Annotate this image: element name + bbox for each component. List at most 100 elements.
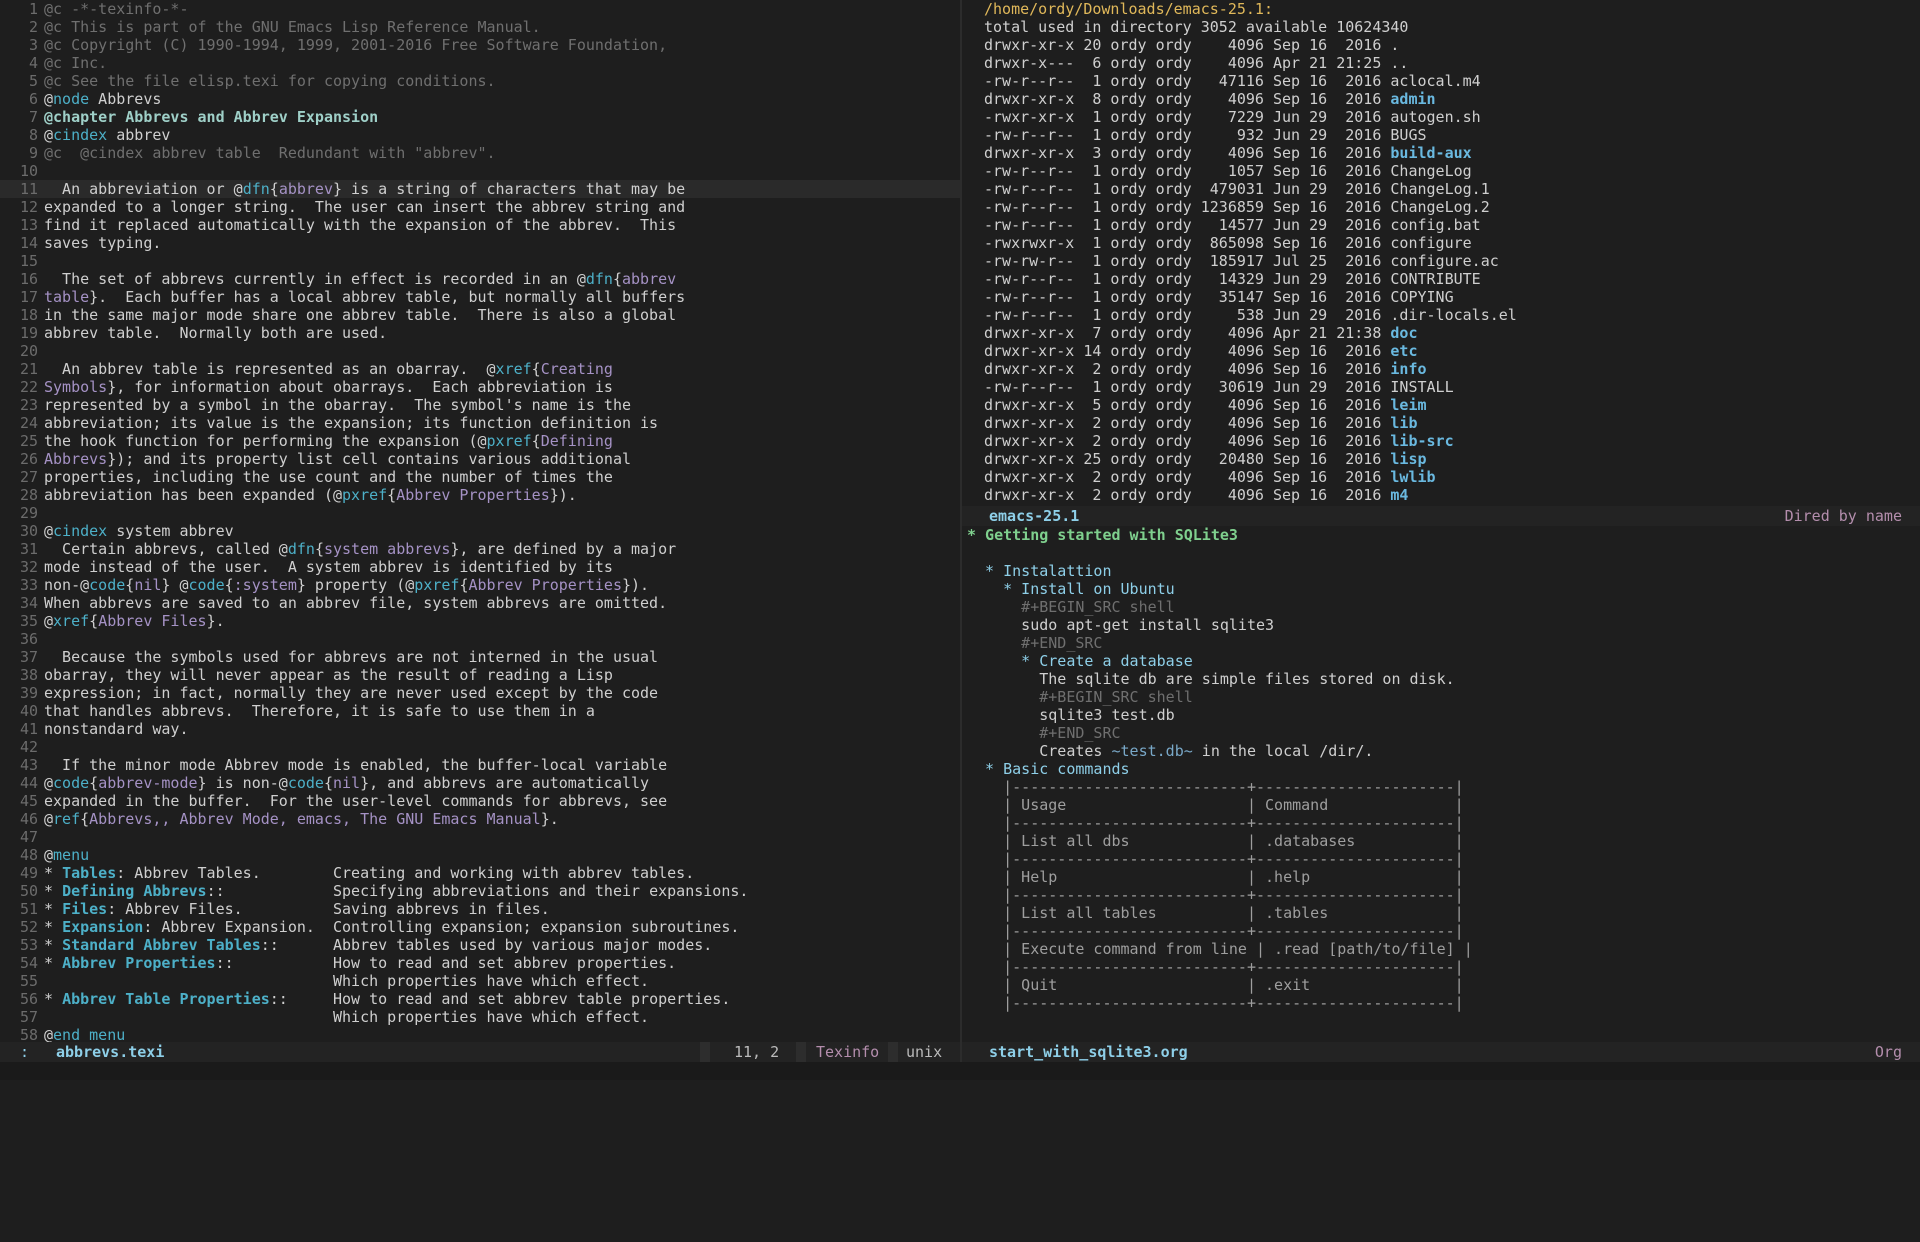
org-line[interactable]: | Quit | .exit | [962, 976, 1920, 994]
file-name[interactable]: configure [1390, 234, 1471, 252]
org-line[interactable]: | Help | .help | [962, 868, 1920, 886]
dired-entry[interactable]: -rw-r--r-- 1 ordy ordy 30619 Jun 29 2016… [962, 378, 1920, 396]
org-line[interactable]: * Install on Ubuntu [962, 580, 1920, 598]
modeline-dired[interactable]: emacs-25.1 Dired by name [962, 506, 1920, 526]
code-line[interactable]: 33 non-@code{nil} @code{:system} property… [0, 576, 960, 594]
dired-entry[interactable]: drwxr-xr-x 2 ordy ordy 4096 Sep 16 2016 … [962, 486, 1920, 504]
code-line[interactable]: 4 @c Inc. [0, 54, 960, 72]
dired-entry[interactable]: -rw-r--r-- 1 ordy ordy 932 Jun 29 2016 B… [962, 126, 1920, 144]
dired-entry[interactable]: -rwxrwxr-x 1 ordy ordy 865098 Sep 16 201… [962, 234, 1920, 252]
code-line[interactable]: 17 table}. Each buffer has a local abbrev… [0, 288, 960, 306]
code-line[interactable]: 49 * Tables: Abbrev Tables. Creating and … [0, 864, 960, 882]
file-name[interactable]: config.bat [1390, 216, 1480, 234]
modeline-major-mode[interactable]: Org [1875, 1042, 1902, 1062]
code-line[interactable]: 9 @c @cindex abbrev table Redundant with … [0, 144, 960, 162]
org-line[interactable]: | List all tables | .tables | [962, 904, 1920, 922]
file-name[interactable]: COPYING [1390, 288, 1453, 306]
current-line[interactable]: 11 An abbreviation or @dfn{abbrev} is a … [0, 180, 960, 198]
code-line[interactable]: 28 abbreviation has been expanded (@pxref… [0, 486, 960, 504]
code-line[interactable]: 42 [0, 738, 960, 756]
code-line[interactable]: 5 @c See the file elisp.texi for copying … [0, 72, 960, 90]
org-line[interactable]: * Instalattion [962, 562, 1920, 580]
dired-entry[interactable]: -rw-r--r-- 1 ordy ordy 14329 Jun 29 2016… [962, 270, 1920, 288]
code-line[interactable]: 50 * Defining Abbrevs:: Specifying abbrev… [0, 882, 960, 900]
directory-name[interactable]: lib-src [1390, 432, 1453, 450]
code-line[interactable]: 44 @code{abbrev-mode} is non-@code{nil}, … [0, 774, 960, 792]
code-line[interactable]: 53 * Standard Abbrev Tables:: Abbrev tabl… [0, 936, 960, 954]
file-name[interactable]: ChangeLog.1 [1390, 180, 1489, 198]
code-line[interactable]: 57 Which properties have which effect. [0, 1008, 960, 1026]
file-name[interactable]: aclocal.m4 [1390, 72, 1480, 90]
org-line[interactable]: * Getting started with SQLite3 [962, 526, 1920, 544]
code-line[interactable]: 13 find it replaced automatically with th… [0, 216, 960, 234]
directory-name[interactable]: m4 [1390, 486, 1408, 504]
dired-entry[interactable]: -rw-r--r-- 1 ordy ordy 479031 Jun 29 201… [962, 180, 1920, 198]
dired-entry[interactable]: -rw-r--r-- 1 ordy ordy 1057 Sep 16 2016 … [962, 162, 1920, 180]
org-line[interactable]: #+BEGIN_SRC shell [962, 598, 1920, 616]
directory-name[interactable]: lib [1390, 414, 1417, 432]
org-line[interactable]: |--------------------------+------------… [962, 778, 1920, 796]
dired-entry[interactable]: drwxr-xr-x 25 ordy ordy 20480 Sep 16 201… [962, 450, 1920, 468]
dired-entry[interactable]: drwxr-xr-x 14 ordy ordy 4096 Sep 16 2016… [962, 342, 1920, 360]
org-line[interactable]: sudo apt-get install sqlite3 [962, 616, 1920, 634]
dired-entry[interactable]: -rw-r--r-- 1 ordy ordy 47116 Sep 16 2016… [962, 72, 1920, 90]
code-line[interactable]: 29 [0, 504, 960, 522]
org-line[interactable]: |--------------------------+------------… [962, 850, 1920, 868]
code-line[interactable]: 15 [0, 252, 960, 270]
dired-entry[interactable]: drwxr-xr-x 2 ordy ordy 4096 Sep 16 2016 … [962, 360, 1920, 378]
org-line[interactable]: |--------------------------+------------… [962, 922, 1920, 940]
code-line[interactable]: 12 expanded to a longer string. The user … [0, 198, 960, 216]
org-line[interactable]: * Basic commands [962, 760, 1920, 778]
dired-entry[interactable]: drwxr-xr-x 20 ordy ordy 4096 Sep 16 2016… [962, 36, 1920, 54]
code-line[interactable]: 32 mode instead of the user. A system abb… [0, 558, 960, 576]
code-line[interactable]: 1 @c -*-texinfo-*- [0, 0, 960, 18]
code-line[interactable]: 31 Certain abbrevs, called @dfn{system a… [0, 540, 960, 558]
file-name[interactable]: . [1390, 36, 1399, 54]
directory-name[interactable]: lwlib [1390, 468, 1435, 486]
code-line[interactable]: 24 abbreviation; its value is the expansi… [0, 414, 960, 432]
modeline-major-mode[interactable]: Dired by name [1785, 506, 1902, 526]
dired-entry[interactable]: -rwxr-xr-x 1 ordy ordy 7229 Jun 29 2016 … [962, 108, 1920, 126]
file-name[interactable]: ChangeLog [1390, 162, 1471, 180]
code-line[interactable]: 38 obarray, they will never appear as the… [0, 666, 960, 684]
code-line[interactable]: 30 @cindex system abbrev [0, 522, 960, 540]
code-line[interactable]: 23 represented by a symbol in the obarray… [0, 396, 960, 414]
code-line[interactable]: 14 saves typing. [0, 234, 960, 252]
file-name[interactable]: ChangeLog.2 [1390, 198, 1489, 216]
code-line[interactable]: 35 @xref{Abbrev Files}. [0, 612, 960, 630]
code-line[interactable]: 27 properties, including the use count an… [0, 468, 960, 486]
org-line[interactable]: | List all dbs | .databases | [962, 832, 1920, 850]
code-line[interactable]: 55 Which properties have which effect. [0, 972, 960, 990]
modeline-buffer-name[interactable]: emacs-25.1 [989, 506, 1079, 526]
file-name[interactable]: .. [1390, 54, 1408, 72]
code-line[interactable]: 18 in the same major mode share one abbre… [0, 306, 960, 324]
code-line[interactable]: 36 [0, 630, 960, 648]
code-line[interactable]: 6 @node Abbrevs [0, 90, 960, 108]
file-name[interactable]: configure.ac [1390, 252, 1498, 270]
dired-entry[interactable]: -rw-rw-r-- 1 ordy ordy 185917 Jul 25 201… [962, 252, 1920, 270]
code-line[interactable]: 46 @ref{Abbrevs,, Abbrev Mode, emacs, The… [0, 810, 960, 828]
code-line[interactable]: 47 [0, 828, 960, 846]
code-line[interactable]: 58 @end menu [0, 1026, 960, 1042]
code-line[interactable]: 21 An abbrev table is represented as an … [0, 360, 960, 378]
directory-name[interactable]: info [1390, 360, 1426, 378]
texinfo-editor-window[interactable]: 1 @c -*-texinfo-*- 2 @c This is part of the… [0, 0, 960, 1042]
org-line[interactable]: |--------------------------+------------… [962, 994, 1920, 1012]
modeline-major-mode[interactable]: Texinfo [816, 1042, 879, 1062]
code-line[interactable]: 10 [0, 162, 960, 180]
code-line[interactable]: 3 @c Copyright (C) 1990-1994, 1999, 2001-… [0, 36, 960, 54]
code-line[interactable]: 51 * Files: Abbrev Files. Saving abbrevs … [0, 900, 960, 918]
code-line[interactable]: 19 abbrev table. Normally both are used. [0, 324, 960, 342]
dired-entry[interactable]: -rw-r--r-- 1 ordy ordy 35147 Sep 16 2016… [962, 288, 1920, 306]
modeline-buffer-name[interactable]: start_with_sqlite3.org [989, 1042, 1188, 1062]
code-line[interactable]: 37 Because the symbols used for abbrevs … [0, 648, 960, 666]
dired-entry[interactable]: drwxr-xr-x 2 ordy ordy 4096 Sep 16 2016 … [962, 414, 1920, 432]
modeline-org[interactable]: start_with_sqlite3.org Org [962, 1042, 1920, 1062]
dired-entry[interactable]: drwxr-xr-x 5 ordy ordy 4096 Sep 16 2016 … [962, 396, 1920, 414]
file-name[interactable]: INSTALL [1390, 378, 1453, 396]
code-line[interactable]: 43 If the minor mode Abbrev mode is enab… [0, 756, 960, 774]
file-name[interactable]: autogen.sh [1390, 108, 1480, 126]
file-name[interactable]: .dir-locals.el [1390, 306, 1516, 324]
code-line[interactable]: 54 * Abbrev Properties:: How to read and … [0, 954, 960, 972]
modeline-buffer-name[interactable]: abbrevs.texi [56, 1042, 164, 1062]
